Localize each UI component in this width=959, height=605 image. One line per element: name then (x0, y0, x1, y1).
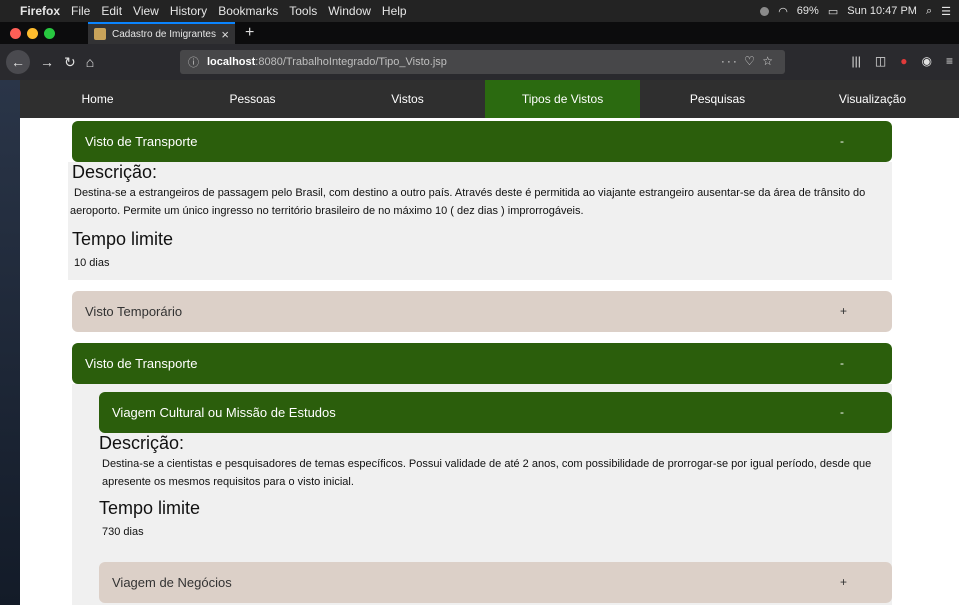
wifi-icon[interactable]: ◠ (778, 5, 788, 18)
collapse-toggle[interactable]: - (840, 356, 844, 370)
time-limit-heading: Tempo limite (72, 229, 174, 249)
status-dot-icon (760, 6, 770, 16)
nav-tipos-de-vistos[interactable]: Tipos de Vistos (485, 80, 640, 118)
collapse-toggle[interactable]: - (840, 405, 844, 419)
accordion-title: Visto Temporário (85, 304, 183, 319)
accordion-header-visto-transporte-2[interactable]: Visto de Transporte - (72, 343, 892, 384)
description-text-line2: apresente os mesmos requisitos para o vi… (102, 476, 354, 488)
reload-button[interactable]: ↻ (64, 54, 76, 71)
accordion-title: Visto de Transporte (85, 134, 198, 149)
collapse-toggle[interactable]: - (840, 134, 844, 148)
accordion-title: Viagem Cultural ou Missão de Estudos (112, 405, 336, 420)
favicon-icon (94, 28, 106, 40)
description-heading: Descrição: (72, 162, 158, 182)
search-icon[interactable]: ⌕ (926, 5, 932, 18)
menu-window[interactable]: Window (328, 4, 371, 18)
menu-list-icon[interactable]: ☰ (941, 5, 951, 18)
accordion-title: Viagem de Negócios (112, 575, 232, 590)
clock[interactable]: Sun 10:47 PM (847, 5, 917, 17)
accordion-body-viagem-cultural: Descrição: Destina-se a cientistas e pes… (99, 433, 892, 548)
forward-button[interactable]: → (40, 54, 54, 70)
menu-view[interactable]: View (133, 4, 159, 18)
time-limit-value: 10 dias (74, 257, 110, 269)
new-tab-button[interactable]: + (245, 24, 254, 42)
menu-tools[interactable]: Tools (289, 4, 317, 18)
browser-tab[interactable]: Cadastro de Imigrantes × (88, 22, 235, 44)
mac-menubar: Firefox File Edit View History Bookmarks… (0, 0, 959, 22)
nav-home[interactable]: Home (20, 80, 175, 118)
accordion-header-visto-temporario[interactable]: Visto Temporário + (72, 291, 892, 332)
zoom-window-button[interactable] (44, 27, 55, 39)
description-text-line1: Destina-se a cientistas e pesquisadores … (102, 458, 872, 470)
accordion-body-visto-transporte: Descrição: Destina-se a estrangeiros de … (68, 162, 892, 280)
menu-icon[interactable]: ≡ (946, 54, 953, 68)
sidebar-icon[interactable]: ◫ (875, 54, 886, 68)
description-text-line1: Destina-se a estrangeiros de passagem pe… (74, 187, 866, 199)
tab-strip: Cadastro de Imigrantes × + (0, 22, 959, 44)
time-limit-value: 730 dias (102, 526, 144, 538)
home-button[interactable]: ⌂ (86, 54, 94, 70)
battery-percent[interactable]: 69% (797, 5, 819, 17)
menu-help[interactable]: Help (382, 4, 407, 18)
expand-toggle[interactable]: + (840, 304, 847, 318)
accordion-header-viagem-cultural[interactable]: Viagem Cultural ou Missão de Estudos - (99, 392, 892, 433)
desktop-background (0, 80, 20, 605)
ublock-icon[interactable]: ● (900, 54, 907, 68)
nav-pessoas[interactable]: Pessoas (175, 80, 330, 118)
menu-bookmarks[interactable]: Bookmarks (218, 4, 278, 18)
url-path: :8080/TrabalhoIntegrado/Tipo_Visto.jsp (255, 56, 447, 68)
library-icon[interactable]: ||| (852, 54, 861, 68)
accordion-title: Visto de Transporte (85, 356, 198, 371)
account-icon[interactable]: ◉ (922, 54, 932, 68)
accordion-header-visto-transporte[interactable]: Visto de Transporte - (72, 121, 892, 162)
description-heading: Descrição: (99, 433, 185, 453)
close-tab-icon[interactable]: × (221, 27, 229, 42)
url-host: localhost (207, 56, 256, 68)
menu-firefox[interactable]: Firefox (20, 4, 60, 18)
nav-visualizacao[interactable]: Visualização (795, 80, 950, 118)
window-controls (10, 27, 88, 39)
toolbar-right: ||| ◫ ● ◉ ≡ (852, 54, 953, 68)
tab-title: Cadastro de Imigrantes (112, 28, 216, 40)
back-button[interactable]: ← (6, 50, 30, 74)
menu-edit[interactable]: Edit (101, 4, 122, 18)
page-actions-icon[interactable]: ··· ♡ ☆ (721, 54, 775, 68)
expand-toggle[interactable]: + (840, 575, 847, 589)
menu-history[interactable]: History (170, 4, 207, 18)
battery-icon[interactable]: ▭ (828, 5, 838, 18)
menu-file[interactable]: File (71, 4, 90, 18)
accordion-header-viagem-negocios[interactable]: Viagem de Negócios + (99, 562, 892, 603)
description-text-line2: aeroporto. Permite um único ingresso no … (70, 205, 584, 217)
time-limit-heading: Tempo limite (99, 498, 201, 518)
minimize-window-button[interactable] (27, 27, 38, 39)
url-bar[interactable]: ⓘ localhost :8080/TrabalhoIntegrado/Tipo… (180, 50, 785, 74)
info-icon[interactable]: ⓘ (188, 54, 199, 70)
nav-pesquisas[interactable]: Pesquisas (640, 80, 795, 118)
nav-vistos[interactable]: Vistos (330, 80, 485, 118)
web-page: Home Pessoas Vistos Tipos de Vistos Pesq… (20, 80, 959, 605)
close-window-button[interactable] (10, 27, 21, 39)
status-area: ◠ 69% ▭ Sun 10:47 PM ⌕ ☰ (760, 0, 951, 22)
site-navbar: Home Pessoas Vistos Tipos de Vistos Pesq… (20, 80, 959, 118)
browser-toolbar: ← → ↻ ⌂ ⓘ localhost :8080/TrabalhoIntegr… (0, 44, 959, 80)
